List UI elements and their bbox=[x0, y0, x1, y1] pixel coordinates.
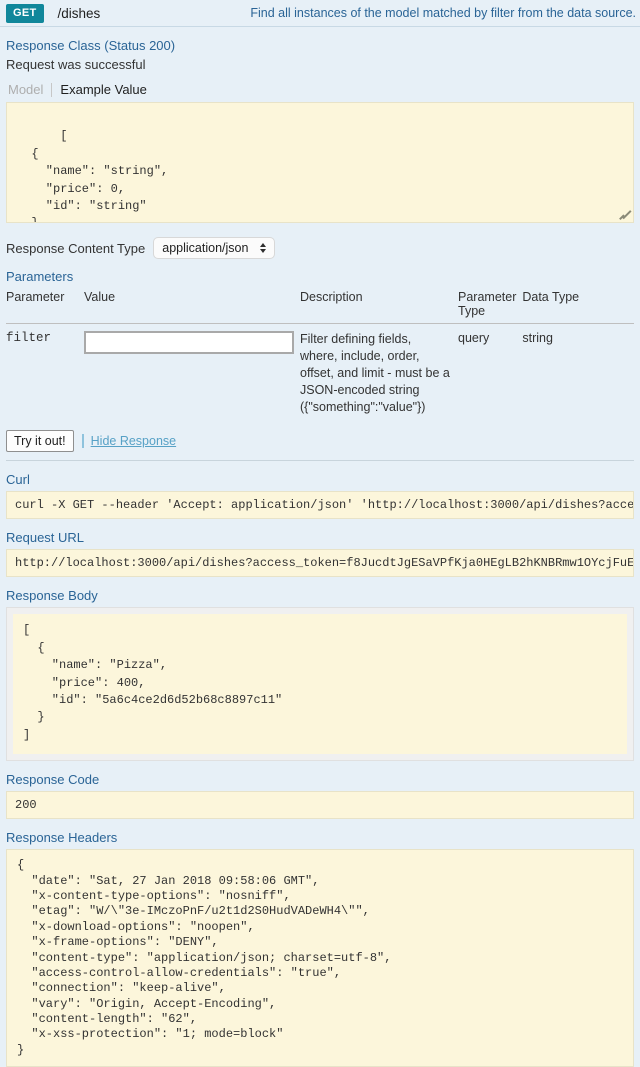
request-url-title: Request URL bbox=[6, 530, 85, 546]
response-code-value[interactable]: 200 bbox=[6, 791, 634, 820]
select-stepper-icon bbox=[260, 243, 267, 253]
tab-model[interactable]: Model bbox=[6, 82, 51, 97]
column-header-parameter-type: Parameter Type bbox=[458, 288, 523, 324]
operation-header[interactable]: GET /dishes Find all instances of the mo… bbox=[0, 0, 640, 27]
parameter-value-cell bbox=[84, 324, 300, 423]
column-header-description: Description bbox=[300, 288, 458, 324]
parameters-table: Parameter Value Description Parameter Ty… bbox=[6, 288, 634, 422]
response-class-title: Response Class (Status 200) bbox=[6, 38, 176, 53]
column-header-parameter: Parameter bbox=[6, 288, 84, 324]
operation-summary: Find all instances of the model matched … bbox=[250, 6, 636, 20]
tab-example-value[interactable]: Example Value bbox=[60, 82, 154, 97]
http-method-badge: GET bbox=[6, 3, 44, 23]
parameter-data-type: string bbox=[522, 331, 553, 345]
example-value-box[interactable]: [ { "name": "string", "price": 0, "id": … bbox=[6, 102, 634, 223]
response-headers-code[interactable]: { "date": "Sat, 27 Jan 2018 09:58:06 GMT… bbox=[6, 849, 634, 1067]
response-content-type-value: application/json bbox=[162, 241, 249, 255]
column-header-data-type: Data Type bbox=[522, 288, 634, 324]
filter-input[interactable] bbox=[84, 331, 294, 354]
parameter-description: Filter defining fields, where, include, … bbox=[300, 332, 450, 414]
response-content-type-label: Response Content Type bbox=[6, 240, 146, 256]
action-row: Try it out! Hide Response bbox=[6, 430, 634, 453]
table-row: filter Filter defining fields, where, in… bbox=[6, 324, 634, 423]
response-code-title: Response Code bbox=[6, 772, 100, 788]
tab-divider bbox=[51, 82, 53, 97]
curl-command[interactable]: curl -X GET --header 'Accept: applicatio… bbox=[6, 491, 634, 520]
parameter-type: query bbox=[458, 331, 490, 345]
request-url[interactable]: http://localhost:3000/api/dishes?access_… bbox=[6, 549, 634, 578]
resize-grip-icon[interactable] bbox=[617, 207, 631, 221]
hide-response-link[interactable]: Hide Response bbox=[81, 434, 176, 449]
section-divider bbox=[6, 460, 634, 462]
try-it-out-button[interactable]: Try it out! bbox=[6, 430, 74, 453]
parameters-header-row: Parameter Value Description Parameter Ty… bbox=[6, 288, 634, 324]
response-body-title: Response Body bbox=[6, 588, 98, 604]
column-header-value: Value bbox=[84, 288, 300, 324]
curl-title: Curl bbox=[6, 472, 30, 488]
example-value-code: [ { "name": "string", "price": 0, "id": … bbox=[31, 129, 169, 222]
parameter-name: filter bbox=[6, 331, 52, 345]
response-content-type-select[interactable]: application/json bbox=[153, 237, 276, 259]
operation-content: Response Class (Status 200) Request was … bbox=[0, 38, 640, 1067]
response-headers-title: Response Headers bbox=[6, 830, 118, 846]
response-content-type-row: Response Content Type application/json bbox=[6, 237, 634, 259]
parameters-title: Parameters bbox=[6, 269, 74, 284]
response-body-panel: [ { "name": "Pizza", "price": 400, "id":… bbox=[6, 607, 634, 762]
response-class-description: Request was successful bbox=[6, 57, 146, 72]
operation-path: /dishes bbox=[57, 5, 101, 21]
response-body-code[interactable]: [ { "name": "Pizza", "price": 400, "id":… bbox=[13, 614, 627, 755]
model-tabs: Model Example Value bbox=[6, 82, 634, 97]
